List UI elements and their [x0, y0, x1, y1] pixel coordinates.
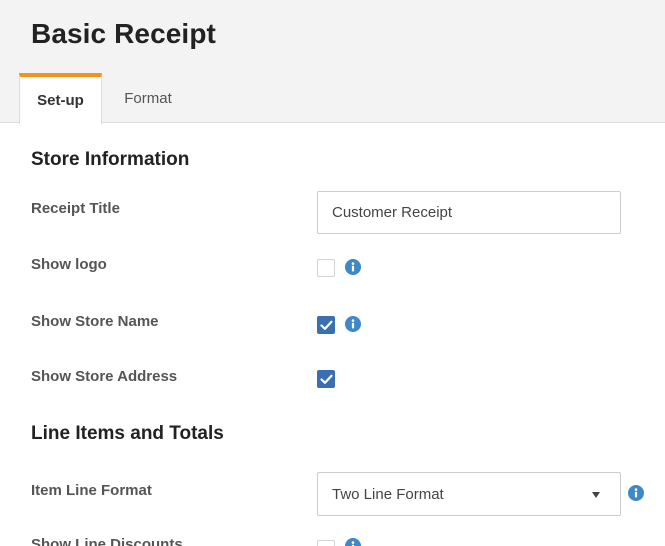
- page-title: Basic Receipt: [31, 18, 216, 49]
- show-store-name-checkbox[interactable]: [317, 316, 335, 334]
- info-icon[interactable]: [628, 485, 644, 501]
- tab-format[interactable]: Format: [108, 73, 188, 124]
- receipt-title-label: Receipt Title: [31, 200, 120, 217]
- info-icon[interactable]: [345, 316, 361, 332]
- item-line-format-label: Item Line Format: [31, 482, 152, 499]
- show-store-address-label: Show Store Address: [31, 368, 178, 385]
- page-header: Basic Receipt Set-up Format: [0, 0, 665, 124]
- receipt-title-input[interactable]: [317, 191, 621, 234]
- show-store-address-checkbox[interactable]: [317, 370, 335, 388]
- checkmark-icon: [320, 374, 333, 384]
- store-information-heading: Store Information: [31, 149, 190, 170]
- show-line-discounts-checkbox[interactable]: [317, 540, 335, 546]
- info-icon[interactable]: [345, 259, 361, 275]
- show-logo-label: Show logo: [31, 256, 107, 273]
- tab-set-up[interactable]: Set-up: [19, 73, 102, 124]
- item-line-format-value: Two Line Format: [332, 486, 444, 503]
- show-logo-checkbox[interactable]: [317, 259, 335, 277]
- line-items-heading: Line Items and Totals: [31, 423, 224, 444]
- show-store-name-label: Show Store Name: [31, 313, 159, 330]
- show-line-discounts-label: Show Line Discounts: [31, 536, 183, 546]
- caret-down-icon: [592, 492, 600, 498]
- info-icon[interactable]: [345, 538, 361, 546]
- item-line-format-select[interactable]: Two Line Format: [317, 472, 621, 516]
- checkmark-icon: [320, 320, 333, 330]
